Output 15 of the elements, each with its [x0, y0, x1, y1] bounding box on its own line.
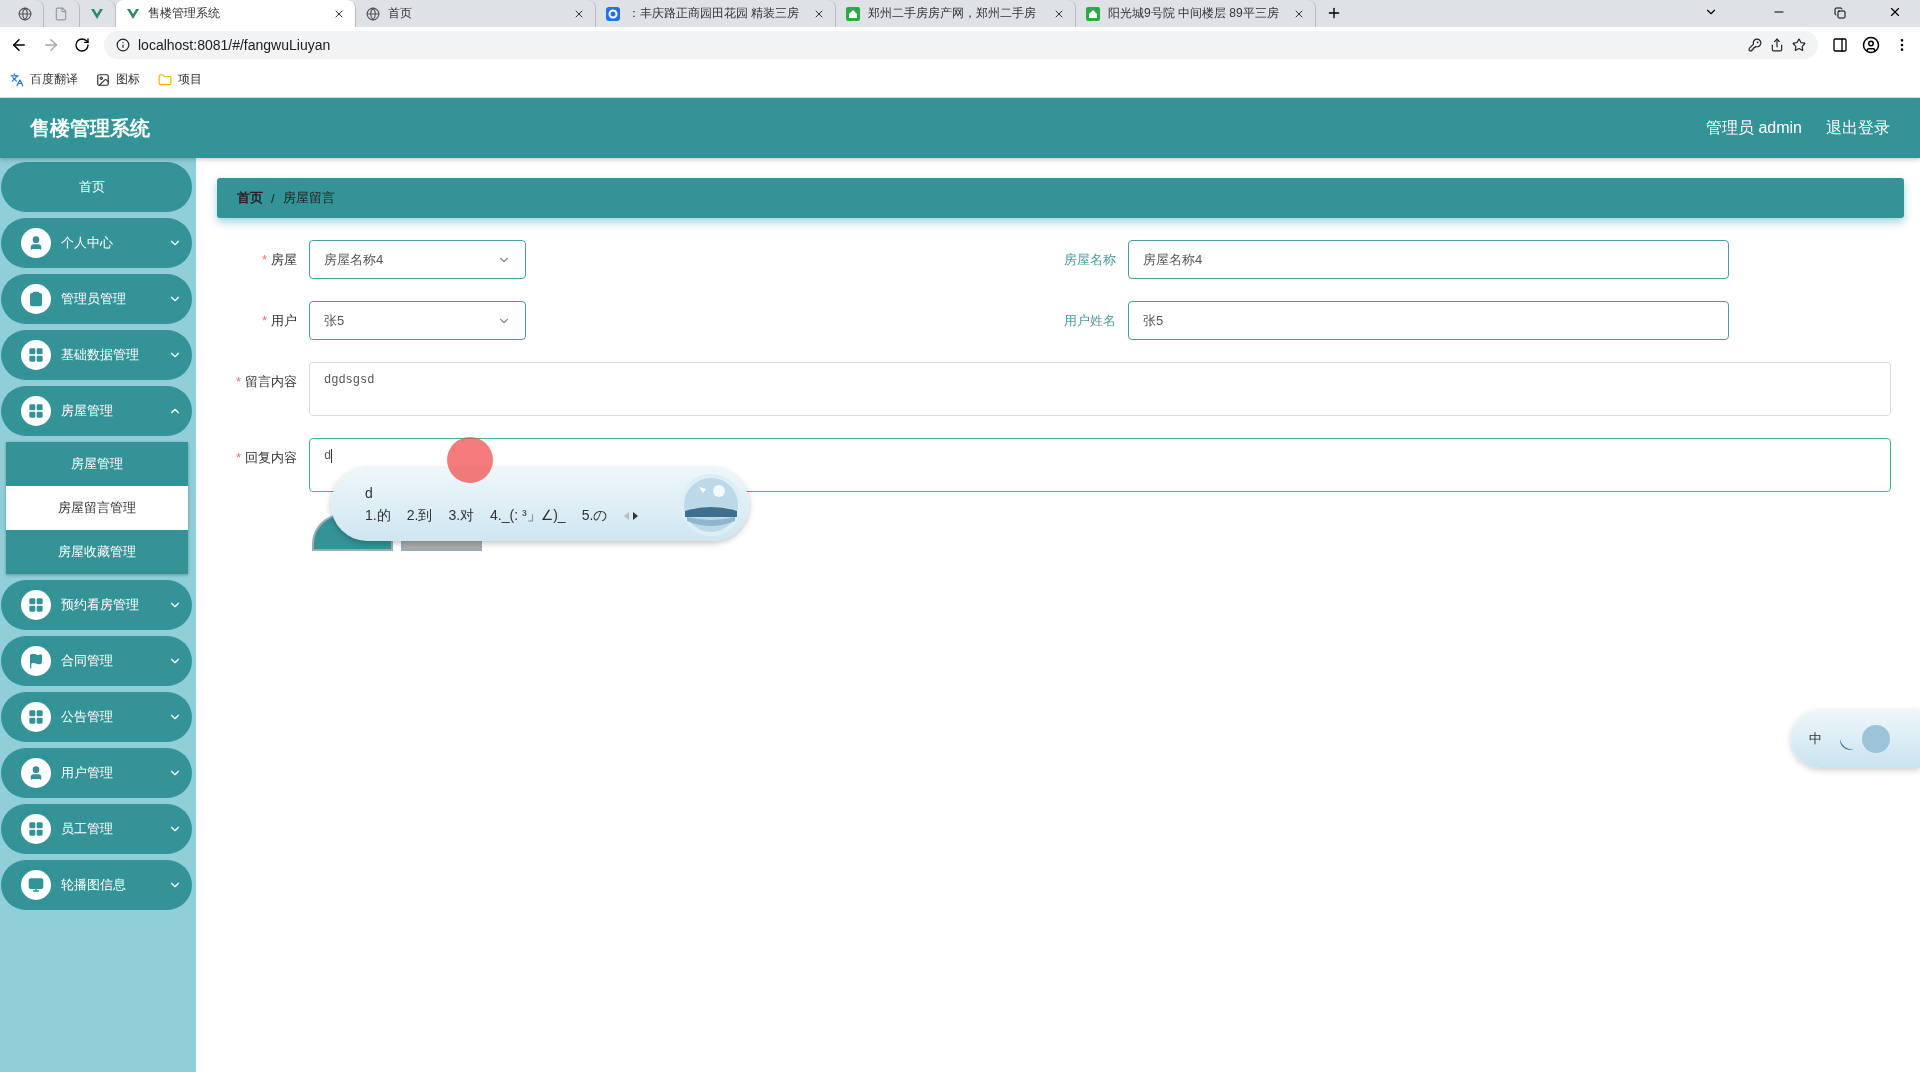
user-name: 管理员 admin	[1705, 117, 1802, 138]
app-title: 售楼管理系统	[30, 115, 150, 141]
breadcrumb-separator: /	[271, 190, 275, 206]
url-text: localhost:8081/#/fangwuLiuyan	[138, 36, 331, 53]
required-mark: *	[261, 252, 267, 267]
field-label: 用户姓名	[1064, 311, 1116, 330]
required-mark: *	[235, 450, 241, 465]
field-label: 房屋名称	[1064, 250, 1116, 269]
field-label: 留言内容	[245, 372, 297, 391]
required-mark: *	[235, 374, 241, 389]
field-label: 房屋	[271, 250, 297, 269]
breadcrumb-item: 房屋留言	[282, 189, 335, 207]
required-mark: *	[261, 313, 267, 328]
field-label: 回复内容	[245, 448, 297, 467]
field-label: 用户	[271, 311, 297, 330]
